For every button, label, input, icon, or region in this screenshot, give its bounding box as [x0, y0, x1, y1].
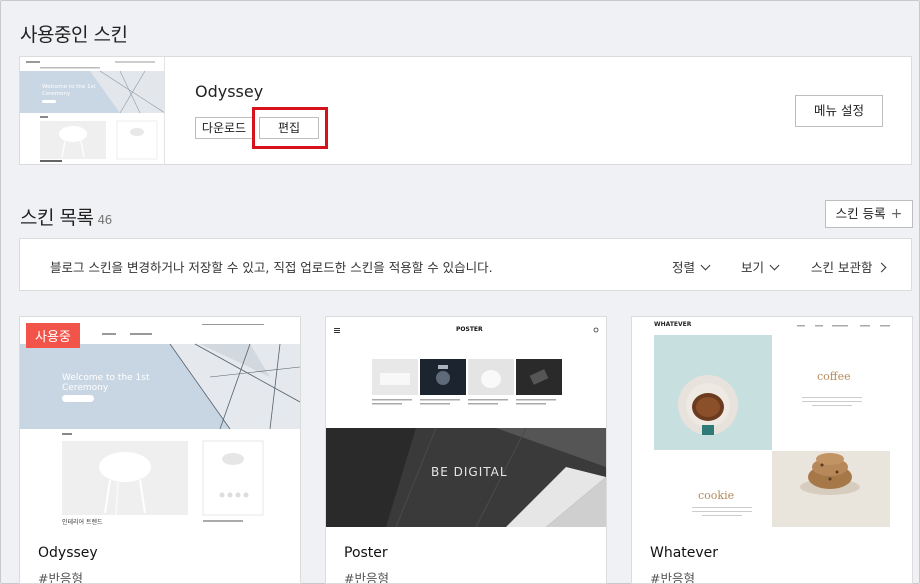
preview-welcome-line1: Welcome to the 1st — [62, 373, 150, 383]
skin-info-bar: 블로그 스킨을 변경하거나 저장할 수 있고, 직접 업로드한 스킨을 적용할 … — [19, 238, 912, 291]
current-skin-heading: 사용중인 스킨 — [20, 24, 128, 46]
register-skin-label: 스킨 등록 — [835, 206, 886, 221]
preview-cookie-label: cookie — [698, 489, 735, 502]
svg-text:Ceremony: Ceremony — [42, 91, 71, 97]
preview-welcome-line2: Ceremony — [62, 383, 109, 393]
skin-preview-whatever[interactable]: WHATEVER coffee cookie — [632, 317, 912, 527]
menu-settings-button[interactable]: 메뉴 설정 — [795, 95, 883, 127]
info-text: 블로그 스킨을 변경하거나 저장할 수 있고, 직접 업로드한 스킨을 적용할 … — [50, 260, 493, 275]
skin-list-title: 스킨 목록 — [20, 207, 94, 229]
preview-hero-text: BE DIGITAL — [431, 465, 508, 479]
skin-card-name: Poster — [344, 545, 388, 561]
current-skin-name: Odyssey — [195, 82, 264, 101]
skin-card-tag: #반응형 — [650, 571, 695, 584]
preview-sub-caption: 인테리어 트렌드 — [62, 519, 103, 526]
skin-card-odyssey[interactable]: Welcome to the 1st Ceremony 인테리어 트렌드 사용중… — [19, 316, 301, 584]
skin-preview-odyssey[interactable]: Welcome to the 1st Ceremony 인테리어 트렌드 — [20, 317, 300, 527]
skin-card-poster[interactable]: POSTER BE DIGITAL Poster #반응형 — [325, 316, 607, 584]
skin-card-tag: #반응형 — [38, 571, 83, 584]
svg-text:Welcome to the 1st: Welcome to the 1st — [42, 84, 96, 90]
current-skin-card: Welcome to the 1st Ceremony Odyssey 다운로드… — [19, 56, 912, 165]
skin-card-name: Whatever — [650, 545, 719, 561]
preview-site-title: POSTER — [456, 326, 483, 333]
skin-storage-link[interactable]: 스킨 보관함 — [811, 257, 887, 276]
download-button[interactable]: 다운로드 — [195, 117, 253, 139]
skin-card-tag: #반응형 — [344, 571, 389, 584]
plus-icon: + — [890, 206, 903, 222]
skin-list-heading: 스킨 목록 46 — [20, 203, 112, 230]
skin-preview-poster[interactable]: POSTER BE DIGITAL — [326, 317, 606, 527]
skin-count: 46 — [97, 213, 112, 227]
view-dropdown[interactable]: 보기 — [741, 257, 780, 276]
current-skin-thumbnail[interactable]: Welcome to the 1st Ceremony — [20, 57, 165, 164]
preview-coffee-label: coffee — [817, 370, 851, 383]
view-label: 보기 — [741, 260, 765, 275]
preview-site-title: WHATEVER — [654, 321, 692, 328]
sort-label: 정렬 — [672, 260, 696, 275]
sort-dropdown[interactable]: 정렬 — [672, 257, 711, 276]
register-skin-button[interactable]: 스킨 등록 + — [825, 200, 913, 228]
chevron-down-icon — [700, 260, 711, 271]
chevron-right-icon — [877, 262, 887, 273]
edit-highlight-box — [252, 107, 328, 149]
chevron-down-icon — [769, 260, 780, 271]
skin-card-name: Odyssey — [38, 545, 98, 561]
in-use-badge: 사용중 — [26, 323, 80, 348]
skin-card-whatever[interactable]: WHATEVER coffee cookie Whatever #반응형 — [631, 316, 913, 584]
storage-label: 스킨 보관함 — [811, 260, 873, 275]
